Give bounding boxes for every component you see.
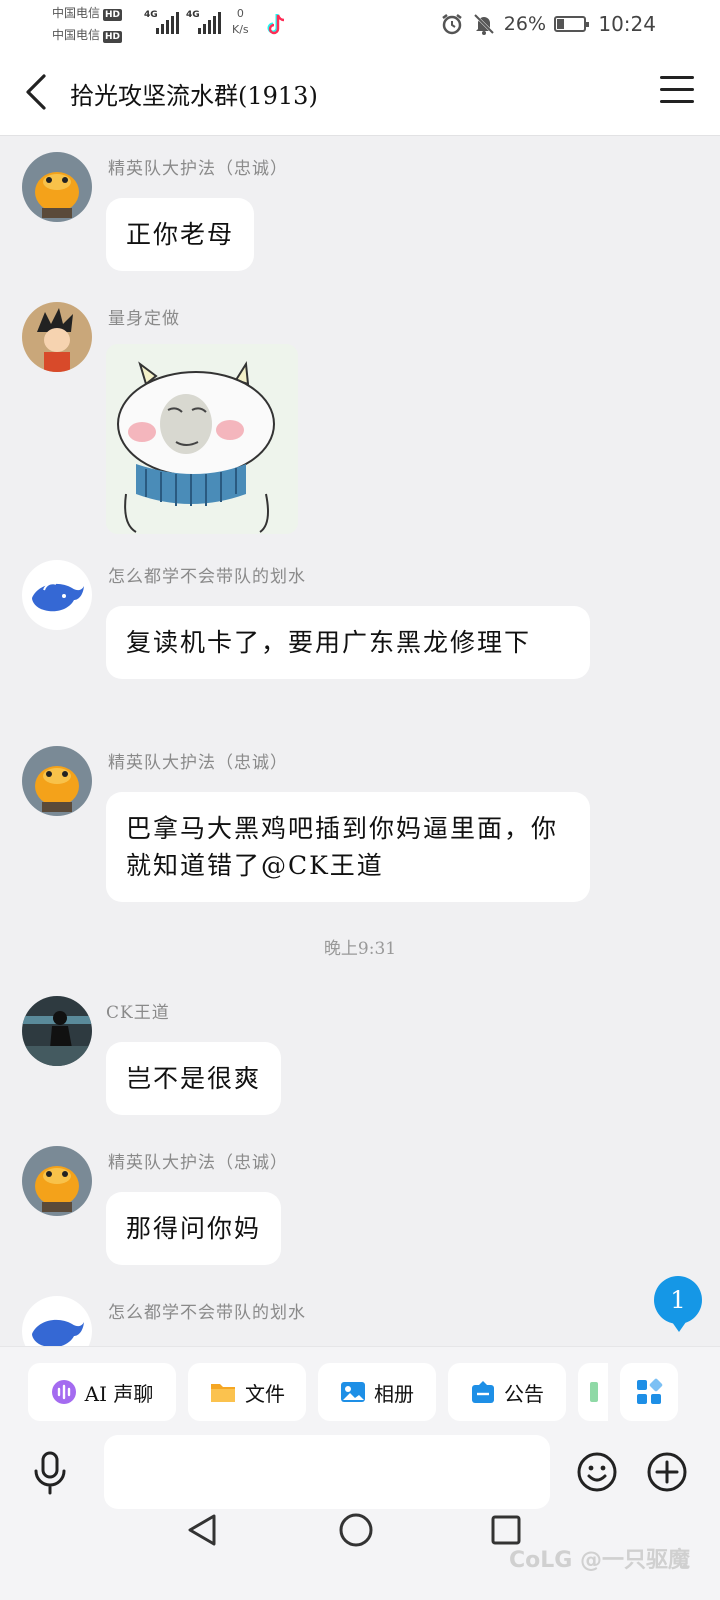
avatar[interactable] <box>22 996 92 1066</box>
battery-icon <box>554 16 589 32</box>
avatar[interactable] <box>22 152 92 222</box>
message-bubble[interactable]: 巴拿马大黑鸡吧插到你妈逼里面，你就知道错了@CK王道 <box>106 792 590 902</box>
message-bubble[interactable]: 那得问你妈 <box>106 1192 282 1265</box>
announcement-button[interactable]: 公告 <box>448 1363 566 1421</box>
microphone-icon[interactable] <box>30 1451 70 1495</box>
back-arrow-icon[interactable] <box>22 72 56 112</box>
message-item: 怎么都学不会带队的划水 复读机卡了，要用广东黑龙修理下 <box>0 560 720 720</box>
album-icon <box>341 1382 365 1402</box>
mute-bell-icon <box>473 13 494 35</box>
sender-name: CK王道 <box>106 1003 170 1023</box>
watermark: CoLG @一只驱魔 <box>509 1548 690 1573</box>
signal-icon: 4G <box>186 10 224 34</box>
message-bubble[interactable]: 正你老母 <box>106 198 255 271</box>
message-item: 精英队大护法（忠诚） 正你老母 <box>0 152 720 272</box>
clock: 10:24 <box>598 12 656 36</box>
status-bar: 中国电信 HD 中国电信 HD 4G 4G 0 K/s 26% 10:24 <box>0 0 720 52</box>
message-item: CK王道 岂不是很爽 <box>0 996 720 1116</box>
more-tool-button[interactable] <box>578 1363 608 1421</box>
sender-name: 精英队大护法（忠诚） <box>108 753 288 773</box>
ai-voice-icon <box>51 1380 76 1404</box>
avatar[interactable] <box>22 746 92 816</box>
avatar[interactable] <box>22 1146 92 1216</box>
sender-name: 怎么都学不会带队的划水 <box>108 1303 306 1323</box>
sender-name: 怎么都学不会带队的划水 <box>108 567 306 587</box>
apps-grid-icon <box>637 1378 663 1404</box>
menu-icon[interactable] <box>660 76 694 106</box>
signal-icon: 4G <box>144 10 179 34</box>
nav-back-icon[interactable] <box>186 1512 220 1548</box>
avatar[interactable] <box>22 1296 92 1346</box>
message-item: 量身定做 <box>0 302 720 542</box>
chat-header: 拾光攻坚流水群(1913) <box>0 52 720 136</box>
sender-name: 精英队大护法（忠诚） <box>108 1153 288 1173</box>
partial-icon <box>590 1382 598 1402</box>
toolbar-label: 文件 <box>245 1381 285 1406</box>
apps-grid-button[interactable] <box>620 1363 678 1421</box>
toolbar-label: AI 声聊 <box>84 1381 154 1406</box>
message-item: 精英队大护法（忠诚） 巴拿马大黑鸡吧插到你妈逼里面，你就知道错了@CK王道 <box>0 746 720 906</box>
sender-name: 精英队大护法（忠诚） <box>108 159 288 179</box>
message-item: 怎么都学不会带队的划水 <box>0 1296 720 1346</box>
folder-icon <box>211 1384 235 1402</box>
ai-voice-chat-button[interactable]: AI 声聊 <box>28 1363 176 1421</box>
message-bubble[interactable]: 岂不是很爽 <box>106 1042 282 1115</box>
announcement-icon <box>472 1381 494 1403</box>
avatar[interactable] <box>22 560 92 630</box>
sticker-image[interactable] <box>106 344 298 534</box>
file-button[interactable]: 文件 <box>188 1363 306 1421</box>
toolbar-label: 相册 <box>374 1381 414 1406</box>
page-title: 拾光攻坚流水群(1913) <box>70 82 318 110</box>
avatar[interactable] <box>22 302 92 372</box>
time-divider: 晚上9:31 <box>323 939 397 959</box>
message-input[interactable] <box>104 1435 550 1509</box>
alarm-icon <box>442 14 462 35</box>
tiktok-icon <box>267 14 285 35</box>
carrier-2: 中国电信 HD <box>52 28 123 43</box>
quick-toolbar: AI 声聊 文件 相册 公告 <box>28 1363 692 1421</box>
nav-home-icon[interactable] <box>338 1512 374 1548</box>
carrier-1: 中国电信 HD <box>52 6 123 21</box>
toolbar-label: 公告 <box>504 1381 544 1406</box>
album-button[interactable]: 相册 <box>318 1363 436 1421</box>
sender-name: 量身定做 <box>108 309 180 329</box>
network-speed: 0 K/s <box>232 7 249 36</box>
battery-percent: 26% <box>503 13 546 35</box>
new-message-badge[interactable]: 1 <box>654 1276 702 1332</box>
emoji-icon[interactable] <box>576 1451 618 1493</box>
plus-icon[interactable] <box>646 1451 688 1493</box>
message-item: 精英队大护法（忠诚） 那得问你妈 <box>0 1146 720 1266</box>
message-bubble[interactable]: 复读机卡了，要用广东黑龙修理下 <box>106 606 590 679</box>
